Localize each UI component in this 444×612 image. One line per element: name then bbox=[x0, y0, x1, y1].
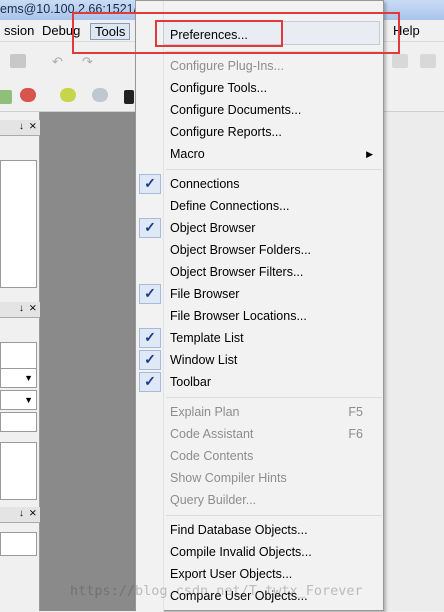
panel-header: ↓ ⨯ bbox=[0, 120, 40, 136]
menu-item-export-user-objects[interactable]: Export User Objects... bbox=[170, 564, 292, 584]
document-icon[interactable] bbox=[392, 54, 408, 68]
menu-item-object-browser[interactable]: Object Browser bbox=[170, 218, 255, 238]
menu-item-show-compiler-hints[interactable]: Show Compiler Hints bbox=[170, 468, 287, 488]
check-icon: ✓ bbox=[139, 174, 161, 194]
panel-header: ↓ ⨯ bbox=[0, 302, 40, 318]
menu-item-connections[interactable]: Connections bbox=[170, 174, 240, 194]
check-icon: ✓ bbox=[139, 284, 161, 304]
print-icon[interactable] bbox=[10, 54, 26, 68]
menu-item-configure-reports[interactable]: Configure Reports... bbox=[170, 122, 282, 142]
check-icon: ✓ bbox=[139, 372, 161, 392]
menu-item-configure-documents[interactable]: Configure Documents... bbox=[170, 100, 301, 120]
check-icon: ✓ bbox=[139, 218, 161, 238]
menu-item-code-assistant[interactable]: Code Assistant bbox=[170, 424, 253, 444]
session-icon[interactable] bbox=[0, 90, 12, 104]
menu-item-define-connections[interactable]: Define Connections... bbox=[170, 196, 290, 216]
check-icon: ✓ bbox=[139, 350, 161, 370]
shortcut-code-assistant: F6 bbox=[348, 427, 363, 441]
menu-item-macro[interactable]: Macro bbox=[170, 144, 205, 164]
menu-item-toolbar[interactable]: Toolbar bbox=[170, 372, 211, 392]
menu-item-query-builder[interactable]: Query Builder... bbox=[170, 490, 256, 510]
panel-body bbox=[0, 160, 37, 288]
menu-item-window-list[interactable]: Window List bbox=[170, 350, 237, 370]
database-icon[interactable] bbox=[60, 88, 76, 102]
menu-item-compile-invalid-objects[interactable]: Compile Invalid Objects... bbox=[170, 542, 312, 562]
sql-icon[interactable] bbox=[92, 88, 108, 102]
commit-icon[interactable] bbox=[20, 88, 36, 102]
menu-gutter bbox=[136, 1, 164, 612]
filter-combo[interactable]: ▼ bbox=[0, 368, 37, 388]
menu-item-configure-plugins[interactable]: Configure Plug-Ins... bbox=[170, 56, 284, 76]
explain-icon[interactable] bbox=[124, 90, 134, 104]
menu-item-code-contents[interactable]: Code Contents bbox=[170, 446, 253, 466]
menu-item-object-browser-folders[interactable]: Object Browser Folders... bbox=[170, 240, 311, 260]
menu-item-template-list[interactable]: Template List bbox=[170, 328, 244, 348]
annotation-box bbox=[155, 20, 283, 47]
panel-body bbox=[0, 532, 37, 556]
tools-menu: Preferences... Configure Plug-Ins... Con… bbox=[135, 0, 384, 612]
shortcut-explain-plan: F5 bbox=[348, 405, 363, 419]
redo-icon[interactable]: ↷ bbox=[82, 54, 98, 69]
grid-icon[interactable] bbox=[420, 54, 436, 68]
menu-item-file-browser-locations[interactable]: File Browser Locations... bbox=[170, 306, 307, 326]
separator bbox=[166, 515, 382, 516]
separator bbox=[166, 397, 382, 398]
submenu-arrow-icon: ▶ bbox=[366, 149, 373, 159]
list-box bbox=[0, 442, 37, 500]
panel-header: ↓ ⨯ bbox=[0, 507, 40, 523]
separator bbox=[166, 169, 382, 170]
undo-icon[interactable]: ↶ bbox=[52, 54, 68, 69]
panel-body bbox=[0, 412, 37, 432]
menu-item-configure-tools[interactable]: Configure Tools... bbox=[170, 78, 267, 98]
menu-item-object-browser-filters[interactable]: Object Browser Filters... bbox=[170, 262, 303, 282]
menu-session[interactable]: ssion bbox=[0, 23, 38, 40]
watermark: https://blog.csdn.net/T_twtx_Forever bbox=[70, 583, 363, 599]
editor-area bbox=[378, 112, 444, 611]
menu-item-file-browser[interactable]: File Browser bbox=[170, 284, 239, 304]
check-icon: ✓ bbox=[139, 328, 161, 348]
panel-body bbox=[0, 342, 37, 370]
left-panel: ↓ ⨯ ↓ ⨯ ▼ ▼ ↓ ⨯ bbox=[0, 112, 40, 611]
menu-item-find-database-objects[interactable]: Find Database Objects... bbox=[170, 520, 308, 540]
folder-combo[interactable]: ▼ bbox=[0, 390, 37, 410]
menu-item-explain-plan[interactable]: Explain Plan bbox=[170, 402, 240, 422]
